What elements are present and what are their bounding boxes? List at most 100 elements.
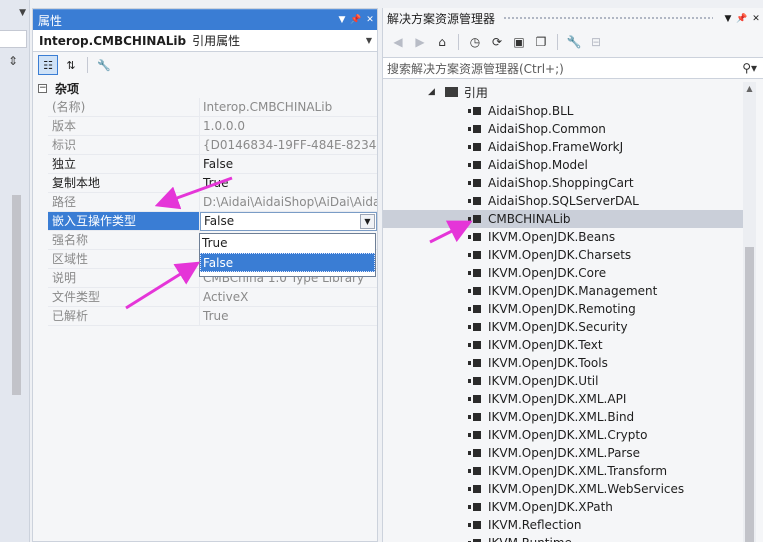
property-value[interactable]: False — [200, 155, 377, 174]
reference-item[interactable]: AidaiShop.FrameWorkJ — [383, 138, 743, 156]
properties-toolbar: ☷ ⇅ 🔧 — [33, 52, 377, 78]
property-row[interactable]: (名称) Interop.CMBCHINALib — [33, 98, 377, 117]
reference-label: IKVM.OpenJDK.Security — [488, 320, 628, 334]
chevron-down-icon[interactable]: ▼ — [366, 36, 372, 45]
property-value[interactable]: False ▼ — [200, 212, 377, 231]
reference-item[interactable]: IKVM.OpenJDK.Management — [383, 282, 743, 300]
property-name: 说明 — [48, 269, 200, 288]
expanded-triangle-icon[interactable]: ◢ — [428, 87, 435, 97]
reference-item[interactable]: AidaiShop.SQLServerDAL — [383, 192, 743, 210]
property-row[interactable]: 复制本地 True — [33, 174, 377, 193]
property-row[interactable]: 版本 1.0.0.0 — [33, 117, 377, 136]
property-row[interactable]: 独立 False — [33, 155, 377, 174]
properties-title: 属性 — [38, 13, 63, 28]
reference-label: IKVM.OpenJDK.Tools — [488, 356, 608, 370]
window-position-dropdown-icon[interactable]: ▼ — [335, 15, 349, 25]
reference-item[interactable]: IKVM.OpenJDK.Util — [383, 372, 743, 390]
assembly-reference-icon — [468, 143, 481, 151]
show-all-files-icon[interactable]: ❐ — [532, 33, 550, 51]
assembly-reference-icon — [468, 503, 481, 511]
close-icon[interactable]: ✕ — [749, 14, 763, 24]
reference-item[interactable]: CMBCHINALib — [383, 210, 743, 228]
property-row[interactable]: 已解析 True — [33, 307, 377, 326]
scrollbar-thumb[interactable] — [745, 247, 754, 542]
property-value: ActiveX — [200, 288, 377, 307]
reference-label: IKVM.OpenJDK.XPath — [488, 500, 613, 514]
assembly-reference-icon — [468, 305, 481, 313]
object-selector[interactable]: Interop.CMBCHINALib 引用属性 ▼ — [33, 30, 377, 52]
reference-item[interactable]: IKVM.OpenJDK.Beans — [383, 228, 743, 246]
window-position-dropdown-icon[interactable]: ▼ — [721, 14, 735, 24]
reference-item[interactable]: IKVM.OpenJDK.XML.Parse — [383, 444, 743, 462]
dropdown-option-false[interactable]: False — [200, 253, 375, 272]
reference-item[interactable]: IKVM.OpenJDK.XML.WebServices — [383, 480, 743, 498]
reference-item[interactable]: IKVM.OpenJDK.Text — [383, 336, 743, 354]
property-row[interactable]: 标识 {D0146834-19FF-484E-8234-C — [33, 136, 377, 155]
property-value: Interop.CMBCHINALib — [200, 98, 377, 117]
reference-item[interactable]: IKVM.OpenJDK.XML.Crypto — [383, 426, 743, 444]
pending-changes-filter-icon[interactable]: ◷ — [466, 33, 484, 51]
reference-item[interactable]: AidaiShop.BLL — [383, 102, 743, 120]
reference-label: IKVM.OpenJDK.XML.Bind — [488, 410, 635, 424]
properties-title-bar: 属性 ▼ 📌 ✕ — [33, 9, 377, 30]
view-code-icon[interactable]: ⊟ — [587, 33, 605, 51]
property-row[interactable]: 嵌入互操作类型 False ▼ — [33, 212, 377, 231]
scroll-up-icon[interactable]: ▲ — [743, 82, 756, 96]
reference-item[interactable]: IKVM.OpenJDK.Core — [383, 264, 743, 282]
chevron-down-icon[interactable]: ▼ — [0, 8, 30, 28]
reference-item[interactable]: IKVM.OpenJDK.XML.Bind — [383, 408, 743, 426]
categorized-view-icon[interactable]: ☷ — [38, 55, 58, 75]
property-pages-wrench-icon[interactable]: 🔧 — [94, 55, 114, 75]
tree-vertical-scrollbar[interactable]: ▲ — [743, 82, 756, 542]
chevron-down-icon[interactable]: ▼ — [360, 214, 375, 229]
property-row[interactable]: 路径 D:\Aidai\AidaiShop\AiDai\Aida — [33, 193, 377, 212]
properties-wrench-icon[interactable]: 🔧 — [565, 33, 583, 51]
solution-search-box[interactable]: 搜索解决方案资源管理器(Ctrl+;) ⚲▾ — [383, 57, 763, 79]
left-combo-box[interactable] — [0, 30, 27, 48]
close-icon[interactable]: ✕ — [363, 15, 377, 25]
reference-item[interactable]: IKVM.OpenJDK.Security — [383, 318, 743, 336]
left-scrollbar-thumb[interactable] — [12, 195, 21, 395]
reference-label: AidaiShop.Common — [488, 122, 606, 136]
pin-icon[interactable]: 📌 — [349, 15, 363, 25]
category-header[interactable]: − 杂项 — [33, 78, 377, 98]
back-icon[interactable]: ◀ — [389, 33, 407, 51]
reference-item[interactable]: IKVM.Reflection — [383, 516, 743, 534]
reference-item[interactable]: IKVM.Runtime — [383, 534, 743, 542]
splitter-icon[interactable]: ⇕ — [8, 54, 18, 68]
reference-label: IKVM.OpenJDK.Util — [488, 374, 599, 388]
search-icon[interactable]: ⚲▾ — [742, 61, 757, 75]
reference-item[interactable]: IKVM.OpenJDK.XML.API — [383, 390, 743, 408]
reference-item[interactable]: IKVM.OpenJDK.Tools — [383, 354, 743, 372]
home-icon[interactable]: ⌂ — [433, 33, 451, 51]
forward-icon[interactable]: ▶ — [411, 33, 429, 51]
reference-item[interactable]: AidaiShop.Common — [383, 120, 743, 138]
reference-item[interactable]: IKVM.OpenJDK.Charsets — [383, 246, 743, 264]
property-value: D:\Aidai\AidaiShop\AiDai\Aida — [200, 193, 377, 212]
reference-item[interactable]: IKVM.OpenJDK.XPath — [383, 498, 743, 516]
visual-studio-window: ▼ ⇕ 属性 ▼ 📌 ✕ Interop.CMBCHINALib 引用属性 ▼ … — [0, 0, 763, 542]
reference-item[interactable]: AidaiShop.Model — [383, 156, 743, 174]
property-value[interactable]: True — [200, 174, 377, 193]
assembly-reference-icon — [468, 233, 481, 241]
property-row[interactable]: 文件类型 ActiveX — [33, 288, 377, 307]
refresh-icon[interactable]: ⟳ — [488, 33, 506, 51]
assembly-reference-icon — [468, 179, 481, 187]
reference-label: CMBCHINALib — [488, 212, 571, 226]
pin-icon[interactable]: 📌 — [735, 14, 749, 24]
dropdown-option-true[interactable]: True — [200, 234, 375, 253]
alphabetical-sort-icon[interactable]: ⇅ — [61, 55, 81, 75]
object-type: 引用属性 — [192, 34, 241, 48]
assembly-reference-icon — [468, 449, 481, 457]
solution-explorer-toolbar: ◀ ▶ ⌂ ◷ ⟳ ▣ ❐ 🔧 ⊟ — [383, 29, 763, 55]
reference-item[interactable]: IKVM.OpenJDK.XML.Transform — [383, 462, 743, 480]
collapse-icon[interactable]: − — [38, 83, 47, 93]
references-node[interactable]: ◢ 引用 — [383, 82, 743, 102]
reference-label: IKVM.OpenJDK.XML.WebServices — [488, 482, 685, 496]
reference-label: IKVM.OpenJDK.Core — [488, 266, 607, 280]
assembly-reference-icon — [468, 215, 481, 223]
assembly-reference-icon — [468, 251, 481, 259]
collapse-all-icon[interactable]: ▣ — [510, 33, 528, 51]
reference-item[interactable]: AidaiShop.ShoppingCart — [383, 174, 743, 192]
reference-item[interactable]: IKVM.OpenJDK.Remoting — [383, 300, 743, 318]
